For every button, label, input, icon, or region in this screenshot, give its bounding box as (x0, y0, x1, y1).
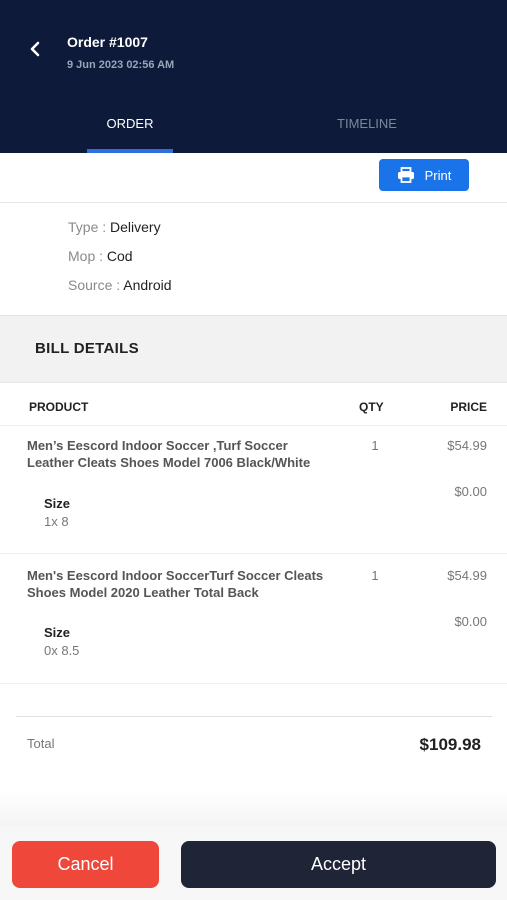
cancel-button[interactable]: Cancel (12, 841, 159, 888)
size-value: 0x 8.5 (44, 643, 80, 658)
order-type-label: Type : (68, 219, 107, 235)
order-title: Order #1007 (67, 34, 148, 50)
app-header: Order #1007 9 Jun 2023 02:56 AM ORDER TI… (0, 0, 507, 153)
column-header-price: PRICE (450, 400, 487, 414)
column-header-qty: QTY (359, 400, 384, 414)
order-mop-label: Mop : (68, 248, 104, 264)
tab-order[interactable]: ORDER (87, 116, 173, 153)
product-price: $54.99 (447, 438, 487, 453)
column-header-product: PRODUCT (29, 400, 89, 414)
divider (0, 683, 507, 684)
active-tab-indicator (87, 149, 173, 153)
accept-button[interactable]: Accept (181, 841, 496, 888)
product-qty: 1 (371, 568, 379, 583)
print-label: Print (424, 167, 452, 183)
divider (0, 553, 507, 554)
order-source-value: Android (123, 277, 172, 293)
order-mop: Mop : Cod (68, 248, 133, 264)
order-type-value: Delivery (110, 219, 161, 235)
order-type: Type : Delivery (68, 219, 161, 235)
divider (0, 425, 507, 426)
order-source: Source : Android (68, 277, 172, 293)
tab-timeline[interactable]: TIMELINE (320, 116, 414, 153)
back-button[interactable] (22, 36, 48, 62)
product-name: Men’s Eescord Indoor Soccer ,Turf Soccer… (27, 438, 311, 470)
product-qty: 1 (371, 438, 379, 453)
total-value: $109.98 (419, 735, 481, 754)
footer-shadow (0, 790, 507, 830)
action-footer: Cancel Accept (0, 826, 507, 900)
order-source-label: Source : (68, 277, 121, 293)
size-label: Size (44, 625, 71, 640)
total-label: Total (27, 736, 55, 751)
product-name: Men's Eescord Indoor SoccerTurf Soccer C… (27, 568, 324, 600)
bill-details-header: BILL DETAILS (0, 315, 507, 383)
divider (0, 202, 507, 203)
printer-icon (397, 167, 414, 183)
order-date: 9 Jun 2023 02:56 AM (67, 59, 175, 71)
chevron-left-icon (30, 41, 40, 57)
size-label: Size (44, 496, 71, 511)
product-price: $54.99 (447, 568, 487, 583)
divider (16, 716, 492, 717)
print-button[interactable]: Print (379, 159, 469, 191)
size-value: 1x 8 (44, 514, 69, 529)
addon-price: $0.00 (454, 614, 487, 629)
addon-price: $0.00 (454, 484, 487, 499)
bill-details-title: BILL DETAILS (35, 340, 139, 357)
order-mop-value: Cod (106, 248, 133, 264)
